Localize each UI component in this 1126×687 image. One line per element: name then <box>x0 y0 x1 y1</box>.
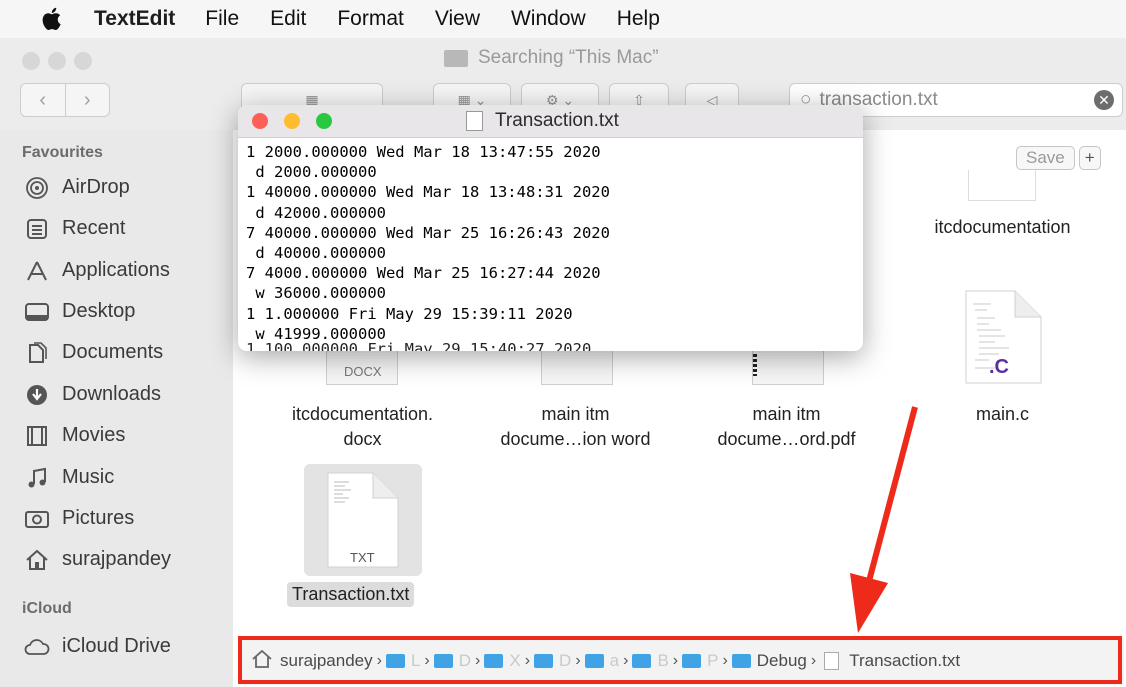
text-line: 1 40000.000000 Wed Mar 18 13:48:31 2020 <box>246 183 610 202</box>
menu-view[interactable]: View <box>435 7 480 31</box>
back-button[interactable]: ‹ <box>21 84 66 116</box>
applications-icon <box>24 260 50 282</box>
file-label-line2: docx <box>343 429 382 449</box>
sidebar-item-documents[interactable]: Documents <box>24 341 163 364</box>
sidebar-heading-icloud: iCloud <box>22 600 72 617</box>
pictures-icon <box>24 508 50 530</box>
clear-search-icon[interactable]: ✕ <box>1094 90 1114 110</box>
sidebar-item-downloads[interactable]: Downloads <box>24 383 161 406</box>
menu-bar: TextEdit File Edit Format View Window He… <box>0 0 1126 38</box>
sidebar-item-music[interactable]: Music <box>24 466 114 489</box>
sidebar-item-label: AirDrop <box>62 176 130 198</box>
document-icon <box>466 111 483 131</box>
text-line: 7 4000.000000 Wed Mar 25 16:27:44 2020 <box>246 264 601 283</box>
sidebar-item-airdrop[interactable]: AirDrop <box>24 176 130 199</box>
sidebar-item-home[interactable]: surajpandey <box>24 548 171 571</box>
sidebar-item-pictures[interactable]: Pictures <box>24 507 134 530</box>
red-highlight-box <box>238 636 1122 684</box>
music-icon <box>24 467 50 489</box>
sidebar-item-label: Downloads <box>62 383 161 405</box>
textedit-close-button[interactable] <box>252 113 268 129</box>
finder-minimize-button[interactable] <box>48 52 66 70</box>
text-line: w 36000.000000 <box>246 284 386 303</box>
textedit-zoom-button[interactable] <box>316 113 332 129</box>
file-icon-itcdocumentation[interactable] <box>968 170 1036 201</box>
recent-icon <box>24 218 50 240</box>
downloads-icon <box>24 384 50 406</box>
pdf-file-icon[interactable] <box>752 350 824 385</box>
docx-badge: DOCX <box>344 364 382 379</box>
textedit-window: Transaction.txt 1 2000.000000 Wed Mar 18… <box>238 105 863 351</box>
word-file-icon[interactable] <box>541 350 613 385</box>
sidebar-item-icloud-drive[interactable]: iCloud Drive <box>24 635 171 658</box>
sidebar-item-label: Documents <box>62 341 164 363</box>
sidebar-item-desktop[interactable]: Desktop <box>24 300 135 323</box>
textedit-document-text[interactable]: 1 2000.000000 Wed Mar 18 13:47:55 2020 d… <box>238 138 863 344</box>
red-arrow-annotation <box>850 406 918 633</box>
sidebar-item-label: Music <box>62 466 115 488</box>
documents-icon <box>24 341 50 364</box>
sidebar-item-label: Recent <box>62 217 126 239</box>
sidebar-item-label: Desktop <box>62 300 136 322</box>
sidebar-item-label: iCloud Drive <box>62 635 171 657</box>
file-label-line1: main itm <box>752 404 821 424</box>
text-line: d 42000.000000 <box>246 203 386 222</box>
airdrop-icon <box>24 176 50 199</box>
file-label-main-itm-word[interactable]: main itm docume…ion word <box>478 402 673 452</box>
menu-window[interactable]: Window <box>511 7 586 31</box>
home-icon <box>24 549 50 571</box>
sidebar-item-label: Movies <box>62 424 126 446</box>
search-folder-icon <box>444 49 468 67</box>
menu-file[interactable]: File <box>205 7 239 31</box>
sidebar-item-label: surajpandey <box>62 548 171 570</box>
zipper-icon <box>753 354 757 376</box>
textedit-title-text: Transaction.txt <box>495 110 619 131</box>
c-file-icon[interactable]: .C <box>965 290 1042 384</box>
sidebar-item-label: Pictures <box>62 507 135 529</box>
save-search-button[interactable]: Save <box>1016 146 1075 170</box>
file-label-line1: itcdocumentation. <box>291 404 434 424</box>
add-criteria-button[interactable]: + <box>1078 146 1101 170</box>
finder-title-text: Searching “This Mac” <box>478 47 659 68</box>
textedit-minimize-button[interactable] <box>284 113 300 129</box>
apple-menu-icon[interactable] <box>40 6 66 32</box>
sidebar-item-label: Applications <box>62 259 170 281</box>
transaction-file-tile[interactable]: TXT <box>304 464 422 576</box>
menu-format[interactable]: Format <box>337 7 404 31</box>
text-line: 1 1.000000 Fri May 29 15:39:11 2020 <box>246 304 573 323</box>
menu-edit[interactable]: Edit <box>270 7 306 31</box>
back-forward-buttons: ‹ › <box>20 83 110 117</box>
text-line: 7 40000.000000 Wed Mar 25 16:26:43 2020 <box>246 223 610 242</box>
c-badge: .C <box>989 356 1009 378</box>
file-label-line2: docume…ord.pdf <box>717 429 856 449</box>
desktop-icon <box>24 301 50 323</box>
text-line: 1 2000.000000 Wed Mar 18 13:47:55 2020 <box>246 143 601 161</box>
textedit-titlebar[interactable]: Transaction.txt <box>238 105 863 138</box>
finder-zoom-button[interactable] <box>74 52 92 70</box>
text-line-clipped: 1 100.000000 Fri May 29 15:40:27 2020 <box>246 340 592 351</box>
menu-help[interactable]: Help <box>617 7 660 31</box>
forward-button[interactable]: › <box>66 84 110 116</box>
menu-app-textedit[interactable]: TextEdit <box>94 7 175 31</box>
sidebar-heading-favourites: Favourites <box>22 144 103 161</box>
movies-icon <box>24 425 50 447</box>
sidebar-item-movies[interactable]: Movies <box>24 424 125 447</box>
cloud-icon <box>24 636 50 658</box>
file-label-line1: main itm <box>541 404 610 424</box>
docx-file-icon[interactable]: DOCX <box>326 350 398 385</box>
file-label-itcdocumentation[interactable]: itcdocumentation <box>905 215 1100 240</box>
finder-close-button[interactable] <box>22 52 40 70</box>
file-label-main-c[interactable]: main.c <box>905 402 1100 427</box>
txt-badge: TXT <box>350 550 375 565</box>
finder-window-title: Searching “This Mac” <box>444 47 659 69</box>
file-label-itcdocumentation-docx[interactable]: itcdocumentation. docx <box>265 402 460 452</box>
text-line: d 40000.000000 <box>246 244 386 263</box>
text-line: d 2000.000000 <box>246 163 377 182</box>
sidebar-item-applications[interactable]: Applications <box>24 259 170 282</box>
sidebar-item-recent[interactable]: Recent <box>24 217 125 240</box>
textedit-title: Transaction.txt <box>466 110 619 132</box>
file-label-line2: docume…ion word <box>500 429 651 449</box>
save-search-controls: Save + <box>1016 146 1101 170</box>
file-label-transaction[interactable]: Transaction.txt <box>287 582 415 607</box>
